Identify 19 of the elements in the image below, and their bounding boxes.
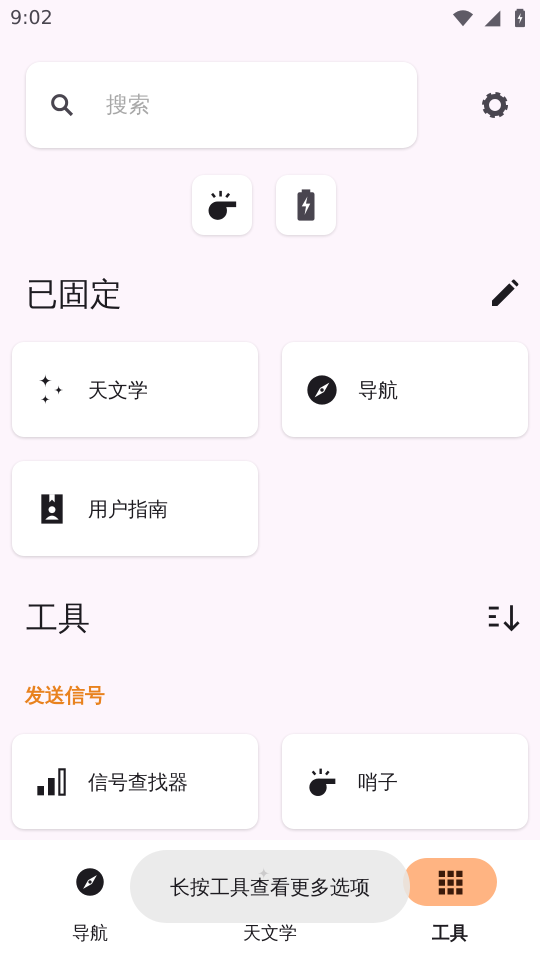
group-heading: 发送信号 [24, 682, 106, 709]
hint-toast: 长按工具查看更多选项 [130, 850, 410, 923]
section-heading: 工具 [25, 598, 91, 639]
tool-card[interactable]: 哨子 [282, 734, 528, 829]
search-icon [48, 91, 76, 119]
whistle-button[interactable] [192, 175, 252, 235]
signal-bars-icon [36, 766, 68, 798]
section-heading: 已固定 [25, 274, 123, 315]
status-time: 9:02 [10, 6, 53, 31]
wifi-icon [452, 7, 474, 29]
compass-icon [75, 867, 105, 897]
tool-card[interactable]: 导航 [282, 342, 528, 437]
battery-charging-button[interactable] [276, 175, 336, 235]
tool-card[interactable]: 信号查找器 [12, 734, 258, 829]
compass-icon [306, 374, 338, 406]
tool-card[interactable]: 天文学 [12, 342, 258, 437]
cell-signal-icon [482, 8, 502, 28]
search-field[interactable]: 搜索 [26, 62, 417, 148]
tool-card[interactable]: 用户指南 [12, 461, 258, 556]
